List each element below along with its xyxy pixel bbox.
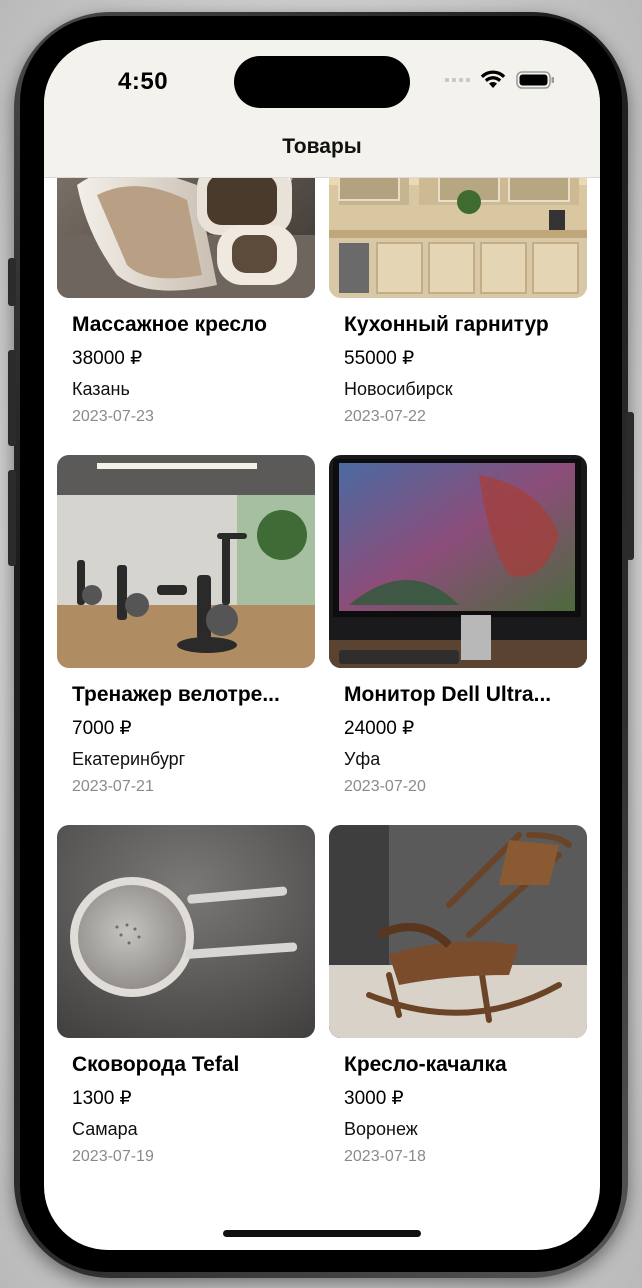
product-title: Кухонный гарнитур: [344, 313, 549, 336]
product-title: Тренажер велотре...: [72, 683, 280, 706]
dynamic-island: [234, 56, 410, 108]
product-list[interactable]: Массажное кресло 38000 ₽ Казань 2023-07-…: [44, 178, 600, 1250]
rocking-chair-photo: [329, 825, 587, 1038]
product-price: 7000 ₽: [72, 718, 132, 739]
status-icons: [445, 70, 556, 90]
product-date: 2023-07-19: [72, 1148, 154, 1165]
product-title: Массажное кресло: [72, 313, 267, 336]
product-card[interactable]: Монитор Dell Ultra... 24000 ₽ Уфа 2023-0…: [329, 455, 587, 825]
product-card[interactable]: Сковорода Tefal 1300 ₽ Самара 2023-07-19: [57, 825, 315, 1195]
monitor-photo: [329, 455, 587, 668]
page-title: Товары: [282, 135, 362, 158]
product-date: 2023-07-22: [344, 408, 426, 425]
power-button: [626, 412, 634, 560]
product-city: Воронеж: [344, 1119, 418, 1139]
frying-pan-photo: [57, 825, 315, 1038]
volume-up-button: [8, 350, 16, 446]
kitchen-set-photo: [329, 178, 587, 298]
status-time: 4:50: [118, 68, 169, 95]
status-bar: 4:50: [44, 40, 600, 130]
product-price: 24000 ₽: [344, 718, 415, 739]
battery-icon: [516, 71, 554, 89]
product-date: 2023-07-21: [72, 778, 154, 795]
home-indicator[interactable]: [223, 1230, 421, 1237]
product-price: 38000 ₽: [72, 348, 143, 369]
product-date: 2023-07-20: [344, 778, 426, 795]
exercise-bike-photo: [57, 455, 315, 668]
product-city: Уфа: [344, 749, 381, 769]
navigation-bar: Товары: [44, 130, 600, 178]
product-card[interactable]: Кресло-качалка 3000 ₽ Воронеж 2023-07-18: [329, 825, 587, 1195]
product-title: Монитор Dell Ultra...: [344, 683, 552, 706]
product-city: Екатеринбург: [72, 749, 186, 769]
product-card[interactable]: Тренажер велотре... 7000 ₽ Екатеринбург …: [57, 455, 315, 825]
product-title: Кресло-качалка: [344, 1053, 507, 1076]
product-grid: Массажное кресло 38000 ₽ Казань 2023-07-…: [57, 178, 587, 1195]
product-date: 2023-07-23: [72, 408, 154, 425]
product-card[interactable]: Массажное кресло 38000 ₽ Казань 2023-07-…: [57, 178, 315, 455]
product-price: 1300 ₽: [72, 1088, 132, 1109]
cellular-signal-icon: [445, 78, 470, 82]
wifi-icon: [480, 70, 506, 88]
volume-down-button: [8, 470, 16, 566]
product-title: Сковорода Tefal: [72, 1053, 240, 1076]
product-city: Новосибирск: [344, 379, 453, 399]
action-button: [8, 258, 16, 306]
product-price: 3000 ₽: [344, 1088, 404, 1109]
product-city: Казань: [72, 379, 130, 399]
massage-chair-photo: [57, 178, 315, 298]
screen: 4:50 Товары Массажное кресло 38000 ₽ Каз…: [44, 40, 600, 1250]
product-date: 2023-07-18: [344, 1148, 426, 1165]
product-price: 55000 ₽: [344, 348, 415, 369]
product-card[interactable]: Кухонный гарнитур 55000 ₽ Новосибирск 20…: [329, 178, 587, 455]
product-city: Самара: [72, 1119, 138, 1139]
